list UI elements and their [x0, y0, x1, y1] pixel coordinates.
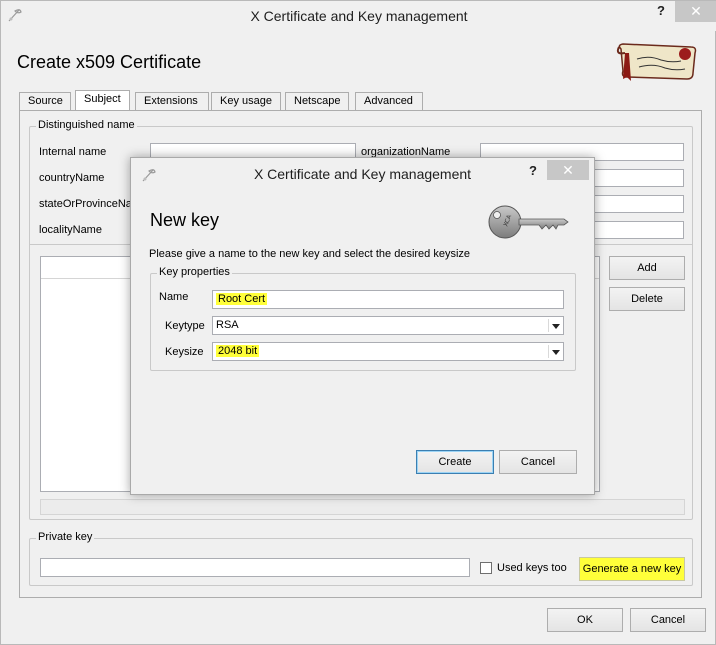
close-button[interactable]: ✕ — [675, 1, 716, 22]
title-bar[interactable]: X Certificate and Key management ? ✕ — [1, 1, 716, 31]
keysize-value: 2048 bit — [216, 345, 260, 357]
internal-name-label: Internal name — [39, 146, 107, 158]
keysize-select[interactable]: 2048 bit — [212, 342, 564, 361]
key-icon: XCA — [488, 205, 569, 239]
tab-subject[interactable]: Subject — [75, 90, 130, 112]
used-keys-label: Used keys too — [497, 562, 567, 574]
window-title: X Certificate and Key management — [250, 8, 468, 24]
dialog-description: Please give a name to the new key and se… — [149, 248, 471, 260]
page-heading: Create x509 Certificate — [17, 52, 202, 72]
private-key-label: Private key — [36, 531, 95, 543]
dialog-heading: New key — [150, 210, 220, 230]
tab-source[interactable]: Source — [19, 92, 71, 111]
help-button[interactable]: ? — [651, 3, 671, 21]
generate-new-key-button[interactable]: Generate a new key — [579, 557, 685, 581]
tab-netscape[interactable]: Netscape — [285, 92, 349, 111]
country-name-label: countryName — [39, 172, 105, 184]
tab-key-usage[interactable]: Key usage — [211, 92, 281, 111]
key-name-input[interactable]: Root Cert — [212, 290, 564, 309]
keytype-label: Keytype — [165, 320, 205, 332]
keytype-select[interactable]: RSA — [212, 316, 564, 335]
state-or-province-label: stateOrProvinceNa — [39, 198, 132, 210]
key-name-value: Root Cert — [216, 293, 268, 305]
locality-name-label: localityName — [39, 224, 102, 236]
key-name-label: Name — [159, 291, 189, 303]
tab-extensions[interactable]: Extensions — [135, 92, 209, 111]
chevron-down-icon — [548, 345, 561, 358]
key-properties-label: Key properties — [157, 266, 232, 278]
app-logo-scroll-icon — [616, 43, 697, 81]
cancel-button[interactable]: Cancel — [630, 608, 706, 632]
used-keys-checkbox[interactable] — [480, 562, 492, 574]
tab-advanced[interactable]: Advanced — [355, 92, 423, 111]
chevron-down-icon — [548, 319, 561, 332]
distinguished-name-label: Distinguished name — [36, 119, 137, 131]
add-button[interactable]: Add — [609, 256, 685, 280]
dialog-close-button[interactable]: ✕ — [547, 160, 589, 180]
private-key-select[interactable] — [40, 558, 470, 577]
horizontal-scrollbar[interactable] — [40, 499, 685, 515]
ok-button[interactable]: OK — [547, 608, 623, 632]
new-key-dialog: X Certificate and Key management ? ✕ New… — [130, 157, 595, 495]
create-button[interactable]: Create — [416, 450, 494, 474]
dialog-help-button[interactable]: ? — [525, 163, 541, 178]
dialog-cancel-button[interactable]: Cancel — [499, 450, 577, 474]
delete-button[interactable]: Delete — [609, 287, 685, 311]
main-window: X Certificate and Key management ? ✕ Cre… — [0, 0, 716, 645]
keytype-value: RSA — [216, 319, 239, 331]
keysize-label: Keysize — [165, 346, 204, 358]
